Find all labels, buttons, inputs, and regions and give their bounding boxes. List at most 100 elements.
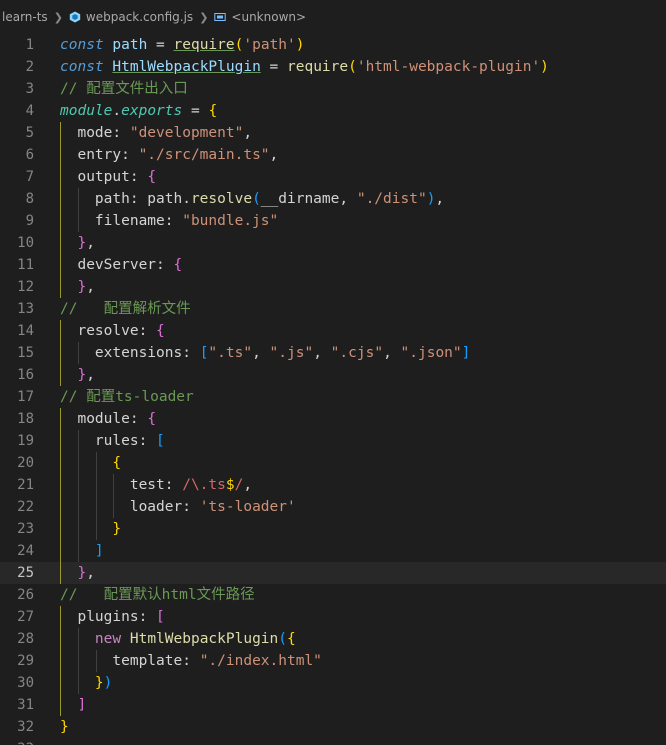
code-line[interactable]: 16 }, [0,364,666,386]
code-token: ".cjs" [330,345,384,361]
code-text: loader: 'ts-loader' [60,496,296,518]
line-number: 12 [17,279,34,295]
line-number: 25 [17,565,34,581]
code-token: { [173,257,183,273]
code-line[interactable]: 13 // 配置解析文件 [0,298,666,320]
code-token: "./index.html" [199,653,322,669]
code-token: extensions: [60,345,200,361]
code-line[interactable]: 23 } [0,518,666,540]
code-line[interactable]: 21 test: /\.ts$/, [0,474,666,496]
code-token: "./src/main.ts" [138,147,270,163]
code-token: loader: [60,499,200,515]
code-token: , [383,345,401,361]
code-line[interactable]: 25 }, [0,562,666,584]
code-token: ) [103,675,113,691]
code-text: module.exports = { [60,100,217,122]
breadcrumb-folder[interactable]: learn-ts [2,10,48,24]
code-line[interactable]: 31 ] [0,694,666,716]
code-line[interactable]: 28 new HtmlWebpackPlugin({ [0,628,666,650]
code-token: } [94,675,104,691]
code-editor[interactable]: 1 const path = require('path') 2 const Html… [0,34,666,745]
code-line[interactable]: 8 path: path.resolve(__dirname, "./dist"… [0,188,666,210]
code-line[interactable]: 20 { [0,452,666,474]
code-line[interactable]: 27 plugins: [ [0,606,666,628]
code-text: } [60,518,121,540]
code-text: ] [60,694,86,716]
breadcrumb-file-label: webpack.config.js [85,10,194,24]
code-line[interactable]: 5 mode: "development", [0,122,666,144]
code-line[interactable]: 9 filename: "bundle.js" [0,210,666,232]
code-token: ] [461,345,471,361]
line-number: 31 [17,697,34,713]
code-token: rules: [60,433,157,449]
chevron-right-icon: ❯ [199,10,209,24]
breadcrumb-file[interactable]: webpack.config.js [69,10,193,24]
code-line[interactable]: 17 // 配置ts-loader [0,386,666,408]
code-text: // 配置默认html文件路径 [60,584,255,606]
code-line[interactable]: 24 ] [0,540,666,562]
code-token: = [182,103,209,119]
code-text: }, [60,562,95,584]
code-line[interactable]: 4 module.exports = { [0,100,666,122]
code-token: , [252,345,270,361]
code-line[interactable]: 18 module: { [0,408,666,430]
code-token: { [147,411,157,427]
code-token: HtmlWebpackPlugin [112,59,261,75]
line-number: 20 [17,455,34,471]
code-line[interactable]: 26 // 配置默认html文件路径 [0,584,666,606]
code-line[interactable]: 30 }) [0,672,666,694]
code-token: template: [60,653,200,669]
code-line[interactable]: 32} [0,716,666,738]
code-text: }, [60,276,95,298]
code-token: , [435,191,445,207]
code-token: exports [121,103,183,119]
code-token: , [243,125,253,141]
code-token: } [112,521,122,537]
code-text: new HtmlWebpackPlugin({ [60,628,296,650]
code-token: } [77,279,87,295]
breadcrumb: learn-ts ❯ webpack.config.js ❯ <unknown> [0,0,666,34]
line-number: 23 [17,521,34,537]
code-line[interactable]: 1 const path = require('path') [0,34,666,56]
code-token: , [339,191,357,207]
webpack-file-icon [69,11,81,23]
code-line[interactable]: 7 output: { [0,166,666,188]
line-number: 19 [17,433,34,449]
code-line[interactable]: 19 rules: [ [0,430,666,452]
line-number: 4 [25,103,34,119]
line-number: 24 [17,543,34,559]
code-text: } [60,716,69,738]
code-line[interactable]: 11 devServer: { [0,254,666,276]
code-token: module: [60,411,148,427]
code-token: HtmlWebpackPlugin [129,631,279,647]
code-text: const path = require('path') [60,34,304,56]
code-token: , [86,565,95,581]
code-token: ( [252,191,261,207]
breadcrumb-symbol[interactable]: <unknown> [214,10,306,24]
code-token: , [86,279,95,295]
code-line[interactable]: 15 extensions: [".ts", ".js", ".cjs", ".… [0,342,666,364]
code-line[interactable]: 3 // 配置文件出入口 [0,78,666,100]
code-line[interactable]: 22 loader: 'ts-loader' [0,496,666,518]
code-text: rules: [ [60,430,165,452]
code-line[interactable]: 6 entry: "./src/main.ts", [0,144,666,166]
code-line[interactable]: 12 }, [0,276,666,298]
code-line[interactable]: 10 }, [0,232,666,254]
code-line[interactable]: 29 template: "./index.html" [0,650,666,672]
line-number: 15 [17,345,34,361]
code-token: = [260,59,287,75]
symbol-variable-icon [214,13,227,21]
code-token: output: [60,169,148,185]
code-token: mode: [60,125,130,141]
code-line[interactable]: 33 [0,738,666,745]
line-number: 6 [25,147,34,163]
code-text: }, [60,232,94,254]
code-line[interactable]: 2 const HtmlWebpackPlugin = require('html… [0,56,666,78]
code-token: resolve: [60,323,157,339]
code-line[interactable]: 14 resolve: { [0,320,666,342]
